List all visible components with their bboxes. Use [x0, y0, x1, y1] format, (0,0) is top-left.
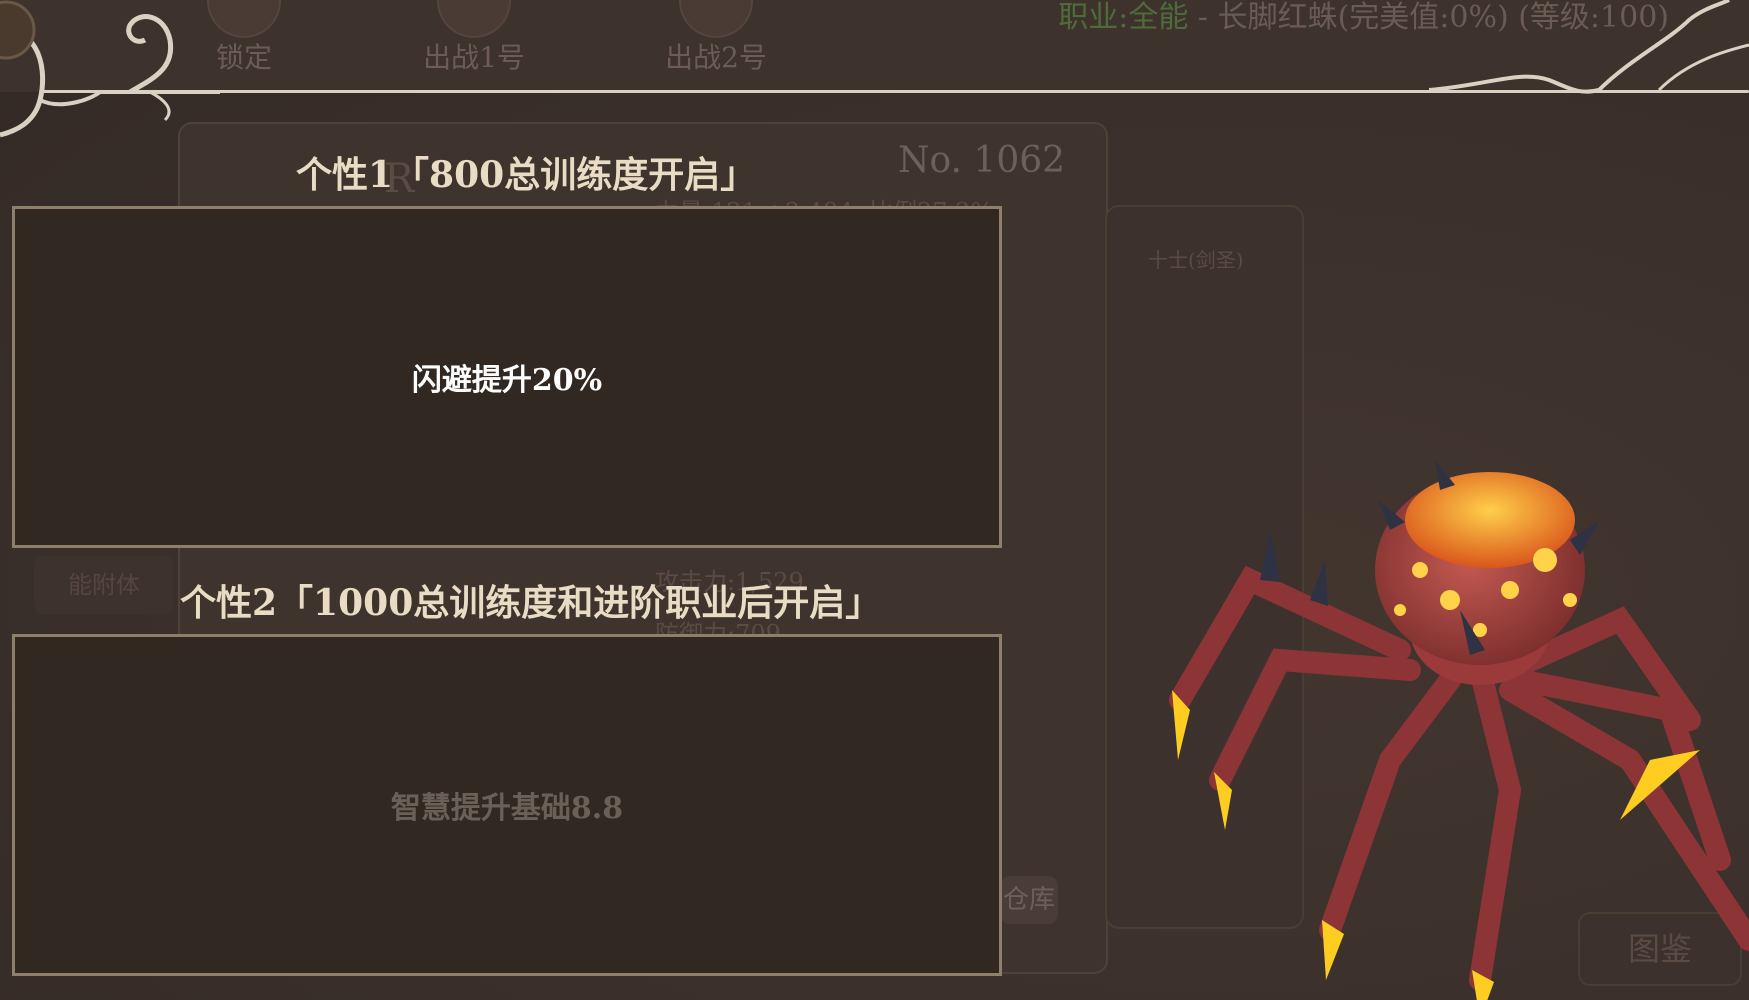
- pet-number: No. 1062: [898, 140, 1066, 181]
- deploy-1-button[interactable]: 出战1号: [414, 0, 534, 76]
- deploy-2-icon: [679, 0, 753, 38]
- possess-button[interactable]: 能附体: [34, 556, 174, 614]
- spider-pet-image: [1169, 460, 1749, 1000]
- deploy-1-icon: [437, 0, 511, 38]
- trait-2-box[interactable]: 智慧提升基础8.8: [12, 634, 1002, 976]
- ornament-left-icon: [0, 0, 220, 138]
- storage-button[interactable]: 仓库: [1000, 876, 1058, 924]
- ornament-right-icon: [1429, 0, 1749, 94]
- job-label: 职业:全能: [1058, 0, 1189, 35]
- deploy-2-button[interactable]: 出战2号: [656, 0, 776, 76]
- trait-1-box[interactable]: 闪避提升20%: [12, 206, 1002, 548]
- trait-1-text: 闪避提升20%: [411, 363, 603, 398]
- trait-2-header: 个性2「1000总训练度和进阶职业后开启」: [180, 582, 882, 624]
- side-label: 十士(剑圣): [1148, 248, 1244, 272]
- trait-2-text: 智慧提升基础8.8: [390, 791, 624, 826]
- trait-1-header: 个性1「800总训练度开启」: [296, 154, 757, 196]
- deploy-2-label: 出战2号: [665, 41, 767, 74]
- deploy-1-label: 出战1号: [423, 41, 525, 74]
